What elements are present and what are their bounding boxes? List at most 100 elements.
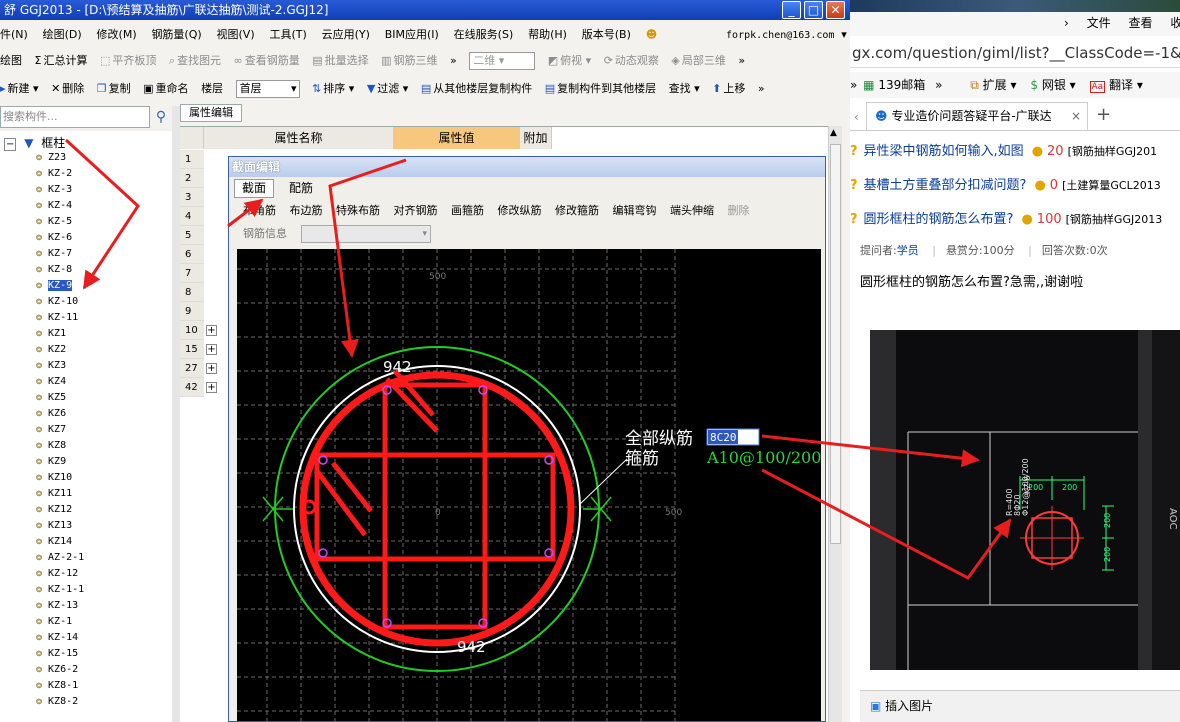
tree-item[interactable]: ❂ Z23 bbox=[36, 150, 66, 166]
move-up-button[interactable]: ⬆ 上移 bbox=[712, 76, 745, 102]
tree-scrollbar[interactable] bbox=[172, 106, 180, 722]
section-canvas[interactable]: 500 500 0 942 942 全部纵筋 箍筋 8C20 A10@100/2… bbox=[237, 249, 821, 721]
row-number[interactable]: 7 bbox=[180, 264, 204, 283]
menu-rebar-qty[interactable]: 钢筋量(Q) bbox=[151, 22, 201, 48]
menu-online[interactable]: 在线服务(S) bbox=[454, 22, 514, 48]
tree-item[interactable]: ❂ KZ8-1 bbox=[36, 678, 78, 694]
tree-item[interactable]: ❂ KZ13 bbox=[36, 518, 72, 534]
delete-rebar-button[interactable]: 删除 bbox=[728, 204, 750, 217]
copy-button[interactable]: ❐ 复制 bbox=[97, 76, 131, 102]
longitudinal-value[interactable]: 8C20 bbox=[710, 431, 737, 444]
tree-item[interactable]: ❂ AZ-2-1 bbox=[36, 550, 84, 566]
copy-from-floor-button[interactable]: ▤ 从其他楼层复制构件 bbox=[421, 76, 532, 102]
find-element-button[interactable]: ⌕ 查找图元 bbox=[169, 48, 221, 74]
filter-button[interactable]: ▼ 过滤 ▾ bbox=[367, 76, 409, 102]
overflow-icon-2[interactable]: » bbox=[738, 48, 745, 74]
tree-item[interactable]: ❂ KZ-9 bbox=[36, 278, 73, 294]
row-number[interactable]: 15 bbox=[180, 340, 204, 359]
side-rebar-button[interactable]: 布边筋 bbox=[290, 204, 323, 217]
menu-file-browser[interactable]: 文件 bbox=[1087, 16, 1111, 30]
flat-slab-button[interactable]: ⬚ 平齐板顶 bbox=[100, 48, 156, 74]
edit-hook-button[interactable]: 编辑弯钩 bbox=[613, 204, 657, 217]
align-rebar-button[interactable]: 对齐钢筋 bbox=[394, 204, 438, 217]
tree-item[interactable]: ❂ KZ6 bbox=[36, 406, 66, 422]
row-number[interactable]: 10 bbox=[180, 321, 204, 340]
question-item[interactable]: ? 基槽土方重叠部分扣减问题? ● 0 [土建算量GCL2013 bbox=[850, 174, 1161, 193]
stirrup-value[interactable]: A10@100/200 bbox=[706, 448, 821, 467]
tab-section[interactable]: 截面 bbox=[234, 179, 274, 198]
tree-item[interactable]: ❂ KZ7 bbox=[36, 422, 66, 438]
menu-draw[interactable]: 绘图(D) bbox=[43, 22, 82, 48]
grid-scrollbar[interactable]: ▲ bbox=[828, 126, 842, 722]
tree-item[interactable]: ❂ KZ9 bbox=[36, 454, 66, 470]
row-number[interactable]: 42 bbox=[180, 378, 204, 397]
search-icon[interactable]: ⚲ bbox=[150, 106, 172, 128]
component-search-input[interactable]: 搜索构件... bbox=[0, 106, 150, 128]
tree-item[interactable]: ❂ KZ8-2 bbox=[36, 694, 78, 710]
expand-icon[interactable]: + bbox=[206, 382, 217, 393]
menu-view[interactable]: 视图(V) bbox=[217, 22, 255, 48]
delete-button[interactable]: ✕ 删除 bbox=[51, 76, 84, 102]
dynamic-view-button[interactable]: ⟳ 动态观察 bbox=[604, 48, 659, 74]
close-button[interactable]: ✕ bbox=[826, 1, 845, 19]
maximize-button[interactable]: □ bbox=[804, 1, 823, 19]
minimize-button[interactable]: _ bbox=[782, 1, 801, 19]
tree-item[interactable]: ❂ KZ-6 bbox=[36, 230, 72, 246]
tree-item[interactable]: ❂ KZ-15 bbox=[36, 646, 78, 662]
tree-item[interactable]: ❂ KZ14 bbox=[36, 534, 72, 550]
local-3d-button[interactable]: ◈ 局部三维 bbox=[671, 48, 725, 74]
question-item[interactable]: ? 圆形框柱的钢筋怎么布置? ● 100 [钢筋抽样GGJ2013 bbox=[850, 208, 1162, 227]
tab-close-icon[interactable]: × bbox=[1071, 103, 1081, 129]
tree-item[interactable]: ❂ KZ11 bbox=[36, 486, 72, 502]
menu-view-browser[interactable]: 查看 bbox=[1128, 16, 1152, 30]
row-number[interactable]: 9 bbox=[180, 302, 204, 321]
overflow-right-icon[interactable]: » bbox=[935, 78, 942, 92]
sum-calc-button[interactable]: Σ 汇总计算 bbox=[35, 48, 88, 74]
bank-button[interactable]: 网银 bbox=[1042, 78, 1066, 92]
row-number[interactable]: 3 bbox=[180, 188, 204, 207]
tree-item[interactable]: ❂ KZ-8 bbox=[36, 262, 72, 278]
tree-item[interactable]: ❂ KZ-1-1 bbox=[36, 582, 84, 598]
expand-icon[interactable]: + bbox=[206, 344, 217, 355]
tree-item[interactable]: ❂ KZ10 bbox=[36, 470, 72, 486]
scroll-thumb[interactable] bbox=[830, 144, 841, 544]
floor-select[interactable]: 首层 ▾ bbox=[235, 76, 300, 102]
tree-item[interactable]: ❂ KZ4 bbox=[36, 374, 66, 390]
tree-item[interactable]: ❂ KZ-14 bbox=[36, 630, 78, 646]
tree-item[interactable]: ❂ KZ-13 bbox=[36, 598, 78, 614]
tree-item[interactable]: ❂ KZ-7 bbox=[36, 246, 72, 262]
row-number[interactable]: 27 bbox=[180, 359, 204, 378]
draw-stirrup-button[interactable]: 画箍筋 bbox=[451, 204, 484, 217]
find-button[interactable]: 查找 ▾ bbox=[669, 76, 700, 102]
rebar-3d-button[interactable]: ▥ 钢筋三维 bbox=[381, 48, 437, 74]
tree-item[interactable]: ❂ KZ-2 bbox=[36, 166, 72, 182]
tree-item[interactable]: ❂ KZ-11 bbox=[36, 310, 78, 326]
modify-long-rebar-button[interactable]: 修改纵筋 bbox=[498, 204, 542, 217]
rebar-info-select[interactable]: ▾ bbox=[301, 225, 431, 243]
tree-item[interactable]: ❂ KZ-1 bbox=[36, 614, 72, 630]
browser-tab[interactable]: ☻ 专业造价问题答疑平台-广联达 × bbox=[866, 102, 1088, 130]
top-view-button[interactable]: ◩ 俯视 ▾ bbox=[548, 48, 591, 74]
attached-photo[interactable]: KZ-6 R=400 8Φ20 Φ12@100/200 200 200 200 … bbox=[870, 330, 1180, 670]
tree-item[interactable]: ❂ KZ-10 bbox=[36, 294, 78, 310]
menu-cloud[interactable]: 云应用(Y) bbox=[322, 22, 370, 48]
insert-image-button[interactable]: ▣ 插入图片 bbox=[860, 690, 1180, 722]
overflow-icon-3[interactable]: » bbox=[758, 76, 765, 102]
expand-icon[interactable]: + bbox=[206, 325, 217, 336]
menu-modify[interactable]: 修改(M) bbox=[97, 22, 137, 48]
draw-button[interactable]: 绘图 bbox=[0, 48, 22, 74]
tree-item[interactable]: ❂ KZ12 bbox=[36, 502, 72, 518]
user-email[interactable]: forpk.chen@163.com bbox=[726, 23, 834, 49]
tab-reinforcement[interactable]: 配筋 bbox=[279, 179, 323, 198]
menu-tools[interactable]: 工具(T) bbox=[269, 22, 306, 48]
expand-icon[interactable]: + bbox=[206, 363, 217, 374]
modify-stirrup-button[interactable]: 修改箍筋 bbox=[555, 204, 599, 217]
special-rebar-button[interactable]: 特殊布筋 bbox=[336, 204, 380, 217]
menu-help[interactable]: 帮助(H) bbox=[528, 22, 567, 48]
tab-scroll-left-icon[interactable]: ‹ bbox=[854, 110, 859, 124]
new-button[interactable]: ▸ 新建 ▾ bbox=[0, 76, 39, 102]
menu-version[interactable]: 版本号(B) bbox=[582, 22, 631, 48]
user-dropdown-icon[interactable]: ▾ bbox=[841, 22, 847, 48]
tree-item[interactable]: ❂ KZ8 bbox=[36, 438, 66, 454]
tree-item[interactable]: ❂ KZ-12 bbox=[36, 566, 78, 582]
